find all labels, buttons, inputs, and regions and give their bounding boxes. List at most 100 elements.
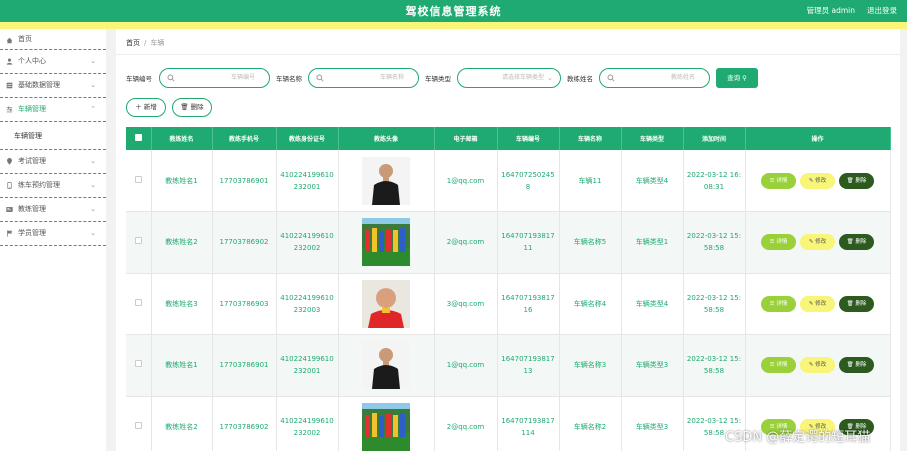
search-input-coach-name[interactable]: 教练姓名 xyxy=(599,68,710,88)
user-icon xyxy=(6,58,13,65)
row-checkbox[interactable] xyxy=(126,150,152,212)
sidebar-item-label: 车辆管理 xyxy=(18,105,46,113)
sidebar-item-basic-data[interactable]: 基础数据管理 ⌄ xyxy=(0,74,106,98)
trash-icon: 🗑 xyxy=(180,103,189,111)
cell-car-name: 车辆名称3 xyxy=(559,334,622,397)
delete-button[interactable]: 🗑 删除 xyxy=(839,172,874,189)
trash-icon: 🗑 xyxy=(846,300,854,307)
row-checkbox[interactable] xyxy=(126,334,152,397)
row-checkbox[interactable] xyxy=(126,396,152,451)
cell-actions: ☰ 详情 ✎ 修改 🗑 删除 xyxy=(745,150,891,212)
table-header-row: 教练姓名 教练手机号 教练身份证号 教练头像 电子邮箱 车辆编号 车辆名称 车辆… xyxy=(126,127,891,150)
search-icon xyxy=(316,74,324,82)
edit-button-label: 修改 xyxy=(815,300,827,307)
breadcrumb-current: 车辆 xyxy=(150,39,165,47)
edit-button-label: 修改 xyxy=(815,362,827,369)
cell-coach-phone: 17703786902 xyxy=(212,211,277,274)
search-label-car-type: 车辆类型 xyxy=(425,75,451,83)
detail-button[interactable]: ☰ 详情 xyxy=(761,172,796,189)
cell-car-name: 车辆名称4 xyxy=(559,273,622,335)
cell-coach-name: 教练姓名1 xyxy=(151,150,213,212)
home-icon xyxy=(6,37,13,44)
search-label-coach-name: 教练姓名 xyxy=(567,75,593,83)
cell-coach-phone: 17703786901 xyxy=(212,334,277,397)
cell-add-time: 2022-03-12 15:58:58 xyxy=(683,334,746,397)
cell-car-type: 车辆类型3 xyxy=(621,396,684,451)
breadcrumb-home[interactable]: 首页 xyxy=(126,39,140,47)
edit-button[interactable]: ✎ 修改 xyxy=(800,357,835,374)
sidebar-item-personal-center[interactable]: 个人中心 ⌄ xyxy=(0,50,106,74)
delete-button[interactable]: 🗑 删除 xyxy=(839,295,874,312)
row-checkbox[interactable] xyxy=(126,273,152,335)
sidebar-item-practice-booking[interactable]: 练车预约管理 ⌄ xyxy=(0,174,106,198)
search-label-car-name: 车辆名称 xyxy=(276,75,302,83)
list-icon: ☰ xyxy=(769,177,775,184)
location-icon xyxy=(7,158,12,165)
search-icon xyxy=(607,74,615,82)
detail-button[interactable]: ☰ 详情 xyxy=(761,295,796,312)
sidebar-item-exam[interactable]: 考试管理 ⌄ xyxy=(0,150,106,174)
logout-link[interactable]: 退出登录 xyxy=(867,5,897,16)
detail-button[interactable]: ☰ 详情 xyxy=(761,357,796,374)
sidebar-item-coach[interactable]: 教练管理 ⌄ xyxy=(0,198,106,222)
column-header: 电子邮箱 xyxy=(434,127,498,150)
column-header: 教练身份证号 xyxy=(276,127,339,150)
sidebar-subitem-vehicle-management[interactable]: 车辆管理 xyxy=(0,122,106,150)
cell-car-no: 1647072502458 xyxy=(497,150,560,212)
vehicle-table: 教练姓名 教练手机号 教练身份证号 教练头像 电子邮箱 车辆编号 车辆名称 车辆… xyxy=(126,127,891,451)
detail-button-label: 详情 xyxy=(776,177,788,184)
chevron-down-icon: ⌄ xyxy=(90,181,96,189)
delete-button-label: 删除 xyxy=(855,177,867,184)
phone-icon xyxy=(7,182,12,189)
edit-button-label: 修改 xyxy=(815,239,827,246)
add-button[interactable]: ＋ 新增 xyxy=(126,98,166,117)
cell-actions: ☰ 详情 ✎ 修改 🗑 删除 xyxy=(745,334,891,397)
cell-coach-avatar xyxy=(338,396,435,451)
breadcrumb: 首页 / 车辆 xyxy=(126,38,164,48)
chevron-down-icon: ⌄ xyxy=(90,205,96,213)
delete-button-label: 删除 xyxy=(190,103,204,111)
list-icon: ☰ xyxy=(769,300,775,307)
coach-avatar-elderly-man xyxy=(362,279,410,328)
detail-button[interactable]: ☰ 详情 xyxy=(761,234,796,251)
database-icon xyxy=(6,82,13,89)
car-type-select[interactable]: 请选择车辆类型 ⌄ xyxy=(457,68,561,88)
search-input-car-no[interactable]: 车辆编号 xyxy=(159,68,270,88)
cell-actions: ☰ 详情 ✎ 修改 🗑 删除 xyxy=(745,211,891,274)
edit-button[interactable]: ✎ 修改 xyxy=(800,234,835,251)
cell-coach-phone: 17703786902 xyxy=(212,396,277,451)
current-user: 管理员 admin xyxy=(806,6,855,15)
sidebar-item-student[interactable]: 学员管理 ⌄ xyxy=(0,222,106,246)
cell-email: 2@qq.com xyxy=(434,211,498,274)
column-header: 车辆类型 xyxy=(621,127,684,150)
chevron-down-icon: ⌄ xyxy=(90,229,96,237)
cell-car-type: 车辆类型3 xyxy=(621,334,684,397)
divider xyxy=(116,54,900,55)
search-button[interactable]: 查询 ⚲ xyxy=(716,68,758,88)
sidebar-item-home[interactable]: 首页 xyxy=(0,29,106,50)
cell-coach-idcard: 410224199610232001 xyxy=(276,334,339,397)
pencil-icon: ✎ xyxy=(808,362,814,369)
trash-icon: 🗑 xyxy=(846,362,854,369)
cell-coach-phone: 17703786903 xyxy=(212,273,277,335)
search-input-placeholder: 车辆名称 xyxy=(379,74,404,81)
cell-coach-phone: 17703786901 xyxy=(212,150,277,212)
select-all-checkbox[interactable] xyxy=(126,127,152,150)
cell-car-type: 车辆类型1 xyxy=(621,211,684,274)
row-checkbox[interactable] xyxy=(126,211,152,274)
cell-car-no: 16470719381716 xyxy=(497,273,560,335)
sidebar-item-label: 考试管理 xyxy=(18,157,46,165)
cell-coach-avatar xyxy=(338,211,435,274)
batch-delete-button[interactable]: 🗑 删除 xyxy=(172,98,212,117)
edit-button[interactable]: ✎ 修改 xyxy=(800,295,835,312)
add-button-label: 新增 xyxy=(143,103,157,111)
sidebar-item-label: 首页 xyxy=(18,35,32,43)
delete-button[interactable]: 🗑 删除 xyxy=(839,234,874,251)
cell-coach-name: 教练姓名3 xyxy=(151,273,213,335)
edit-button[interactable]: ✎ 修改 xyxy=(800,172,835,189)
edit-button-label: 修改 xyxy=(815,177,827,184)
delete-button[interactable]: 🗑 删除 xyxy=(839,357,874,374)
search-input-car-name[interactable]: 车辆名称 xyxy=(308,68,419,88)
sidebar-item-vehicle[interactable]: 车辆管理 ⌃ xyxy=(0,98,106,122)
cell-add-time: 2022-03-12 15:58:58 xyxy=(683,211,746,274)
